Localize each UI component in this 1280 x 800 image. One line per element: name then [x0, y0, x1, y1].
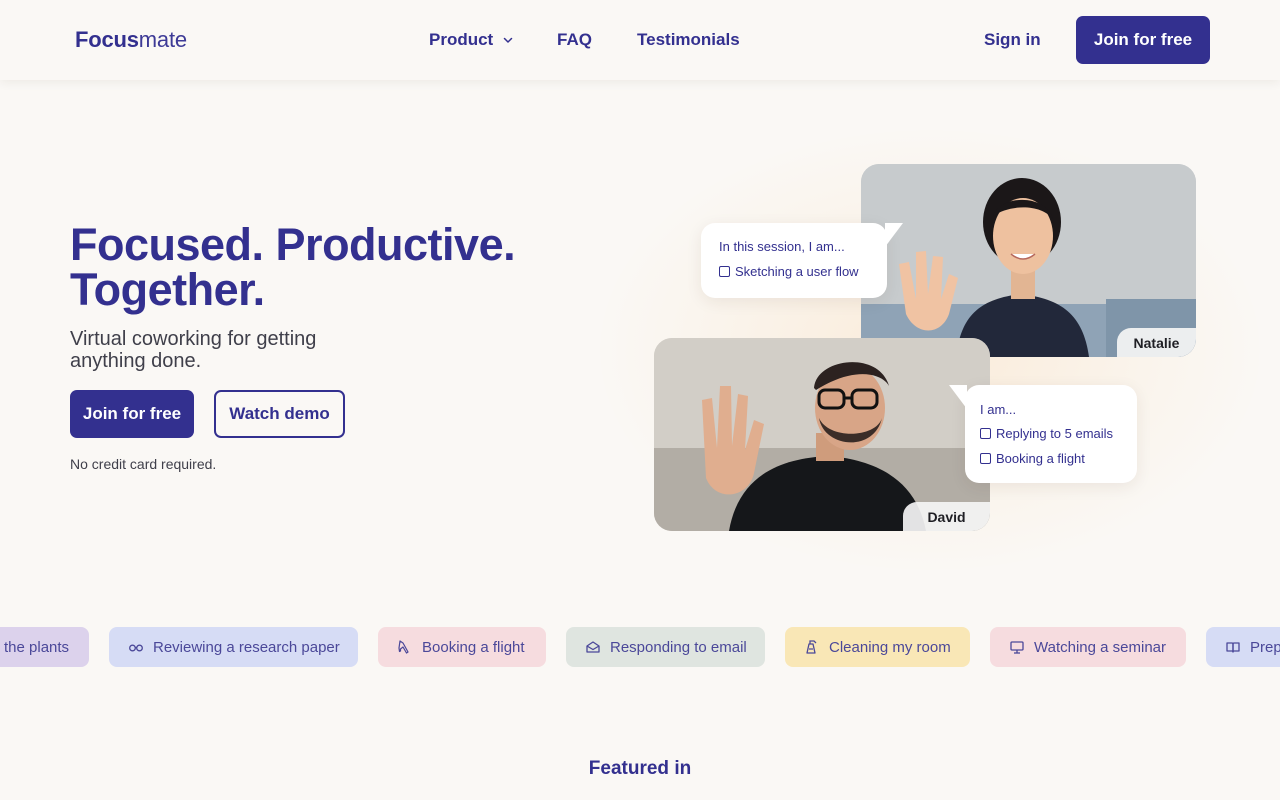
task-label: Replying to 5 emails — [996, 426, 1114, 441]
hero-subtitle: Virtual coworking for getting anything d… — [70, 328, 317, 372]
activity-chip: Responding to email — [566, 627, 765, 667]
chip-label: Responding to email — [610, 638, 747, 656]
session-intro-david: I am... — [980, 402, 1017, 417]
task-item: Booking a flight — [980, 451, 1085, 466]
watch-demo-button[interactable]: Watch demo — [214, 390, 345, 438]
chip-label: Prep — [1250, 638, 1280, 656]
chip-label: the plants — [4, 638, 70, 656]
sign-in-link[interactable]: Sign in — [984, 30, 1041, 50]
join-for-free-header-button[interactable]: Join for free — [1076, 16, 1210, 64]
session-bubble-david: I am... Replying to 5 emails Booking a f… — [949, 385, 1137, 483]
activity-chip: Booking a flight — [378, 627, 546, 667]
chip-label: Cleaning my room — [829, 638, 951, 656]
no-credit-card-note: No credit card required. — [70, 456, 217, 472]
activity-chip: the plants — [0, 627, 89, 667]
checkbox-icon — [719, 266, 730, 277]
site-header: Focusmate Product FAQ Testimonials Sign … — [0, 0, 1280, 80]
book-open-icon — [1224, 638, 1242, 656]
task-label: Booking a flight — [996, 451, 1085, 466]
name-tag-david: David — [903, 502, 990, 531]
nav-product[interactable]: Product — [429, 30, 513, 50]
task-label: Sketching a user flow — [735, 264, 859, 279]
envelope-open-icon — [584, 638, 602, 656]
activity-chip: Reviewing a research paper — [109, 627, 358, 667]
task-item: Sketching a user flow — [719, 264, 859, 279]
chip-label: Watching a seminar — [1034, 638, 1166, 656]
activity-chip: Watching a seminar — [990, 627, 1186, 667]
hero-title: Focused. Productive. Together. — [70, 222, 590, 312]
chevron-down-icon — [503, 37, 513, 43]
nav-faq[interactable]: FAQ — [557, 30, 592, 50]
airplane-icon — [396, 638, 414, 656]
focusmate-logo[interactable]: Focusmate — [75, 27, 187, 53]
featured-in-heading: Featured in — [588, 758, 692, 779]
nav-product-label: Product — [429, 30, 494, 49]
chip-label: Booking a flight — [422, 638, 525, 656]
activity-chip: Prep — [1206, 627, 1280, 667]
activity-chip: Cleaning my room — [785, 627, 970, 667]
session-bubble-natalie: In this session, I am... Sketching a use… — [701, 223, 903, 298]
name-tag-natalie: Natalie — [1117, 328, 1196, 357]
session-intro-natalie: In this session, I am... — [719, 239, 845, 254]
nav-testimonials[interactable]: Testimonials — [637, 30, 740, 50]
chip-label: Reviewing a research paper — [153, 638, 340, 656]
checkbox-icon — [980, 453, 991, 464]
glasses-icon — [127, 638, 145, 656]
hero-title-line-2: Together. — [70, 264, 265, 315]
monitor-icon — [1008, 638, 1026, 656]
spray-bottle-icon — [803, 638, 821, 656]
checkbox-icon — [980, 428, 991, 439]
task-item: Replying to 5 emails — [980, 426, 1113, 441]
join-for-free-button[interactable]: Join for free — [70, 390, 194, 438]
hero-title-line-1: Focused. Productive. — [70, 219, 516, 270]
